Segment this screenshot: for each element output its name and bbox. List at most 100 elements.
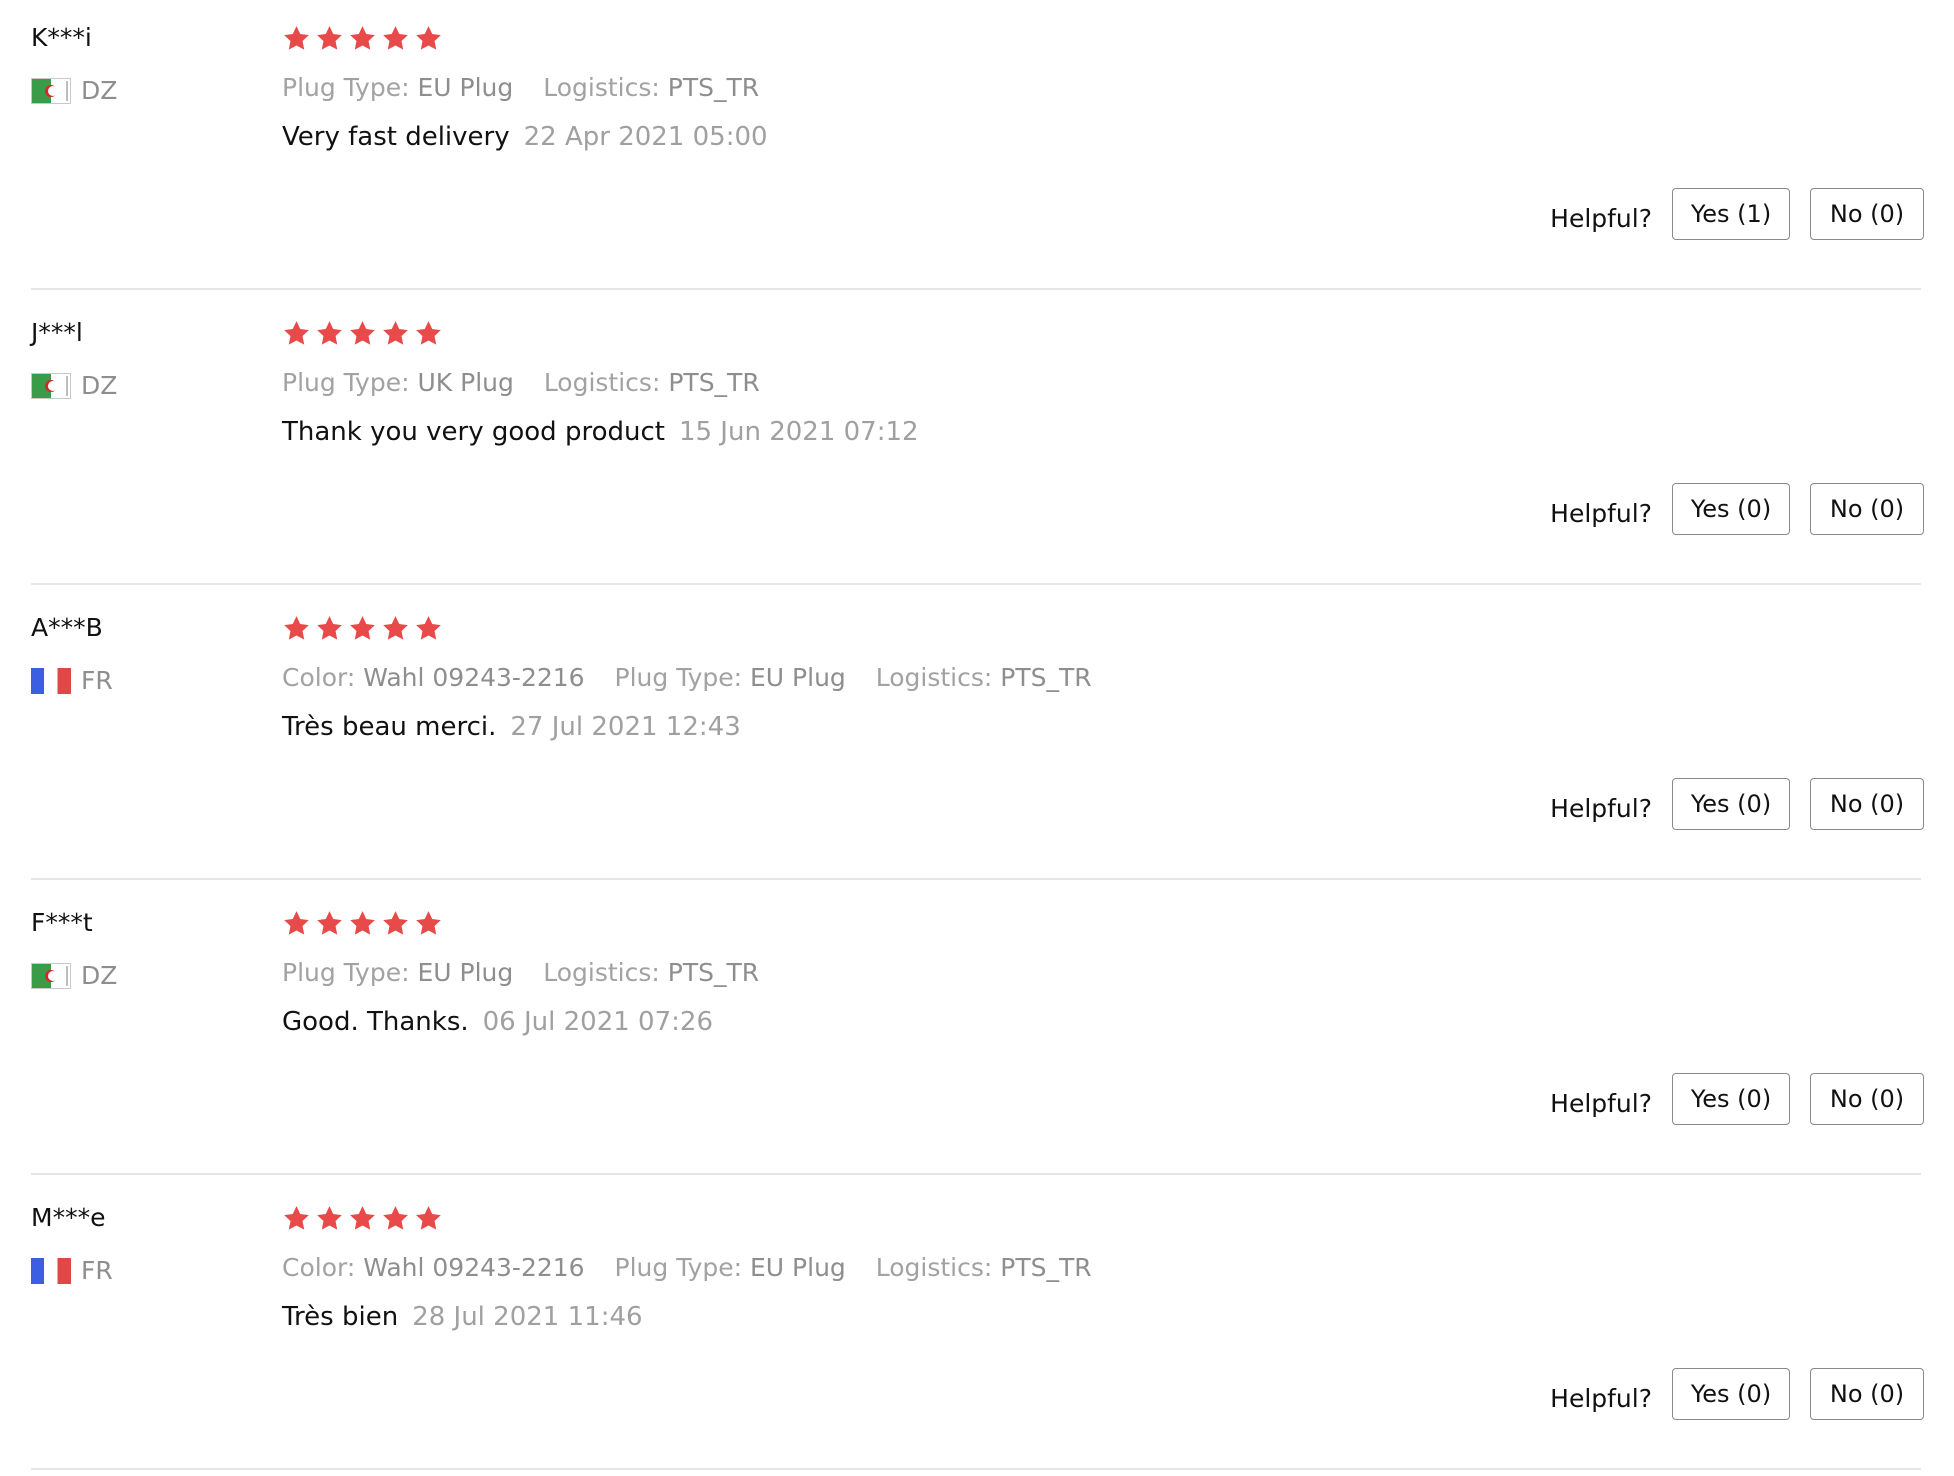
- star-icon: [383, 1206, 408, 1230]
- review-item: K***i DZ Plug Type: EU Plug Logistics: P…: [0, 0, 1954, 294]
- review-feedback: Thank you very good product 15 Jun 2021 0…: [282, 413, 919, 451]
- helpful-yes-button[interactable]: Yes (0): [1672, 1073, 1790, 1125]
- helpful-votes: Helpful? Yes (0) No (0): [1550, 1073, 1924, 1125]
- helpful-no-button[interactable]: No (0): [1810, 1073, 1924, 1125]
- star-rating: [282, 24, 443, 60]
- feedback-text: Très beau merci.: [282, 712, 497, 742]
- star-icon: [350, 616, 375, 640]
- algeria-flag-icon: [31, 373, 71, 399]
- star-rating: [282, 319, 443, 355]
- helpful-no-button[interactable]: No (0): [1810, 188, 1924, 240]
- feedback-text: Thank you very good product: [282, 417, 665, 447]
- attribute-plug-type: Plug Type: EU Plug: [282, 958, 514, 987]
- helpful-no-button[interactable]: No (0): [1810, 1368, 1924, 1420]
- review-date: 15 Jun 2021 07:12: [678, 417, 919, 447]
- review-divider: [31, 288, 1921, 290]
- star-icon: [284, 911, 309, 935]
- review-item: A***B FR Color: Wahl 09243-2216 Plug Typ…: [0, 590, 1954, 884]
- france-flag-icon: [31, 1258, 71, 1284]
- star-icon: [284, 1206, 309, 1230]
- review-divider: [31, 583, 1921, 585]
- reviewer-country: FR: [31, 664, 113, 698]
- attribute-color: Color: Wahl 09243-2216: [282, 663, 585, 692]
- helpful-no-button[interactable]: No (0): [1810, 778, 1924, 830]
- review-item: J***l DZ Plug Type: UK Plug Logistics: P…: [0, 295, 1954, 589]
- product-attributes: Plug Type: EU Plug Logistics: PTS_TR: [282, 70, 781, 106]
- review-date: 28 Jul 2021 11:46: [412, 1302, 643, 1332]
- review-item: M***e FR Color: Wahl 09243-2216 Plug Typ…: [0, 1180, 1954, 1474]
- star-rating: [282, 1204, 443, 1240]
- helpful-yes-button[interactable]: Yes (0): [1672, 1368, 1790, 1420]
- star-icon: [383, 26, 408, 50]
- reviewer-country: FR: [31, 1254, 113, 1288]
- country-code: DZ: [81, 76, 118, 105]
- helpful-votes: Helpful? Yes (0) No (0): [1550, 1368, 1924, 1420]
- star-icon: [317, 26, 342, 50]
- star-icon: [284, 321, 309, 345]
- algeria-flag-icon: [31, 963, 71, 989]
- helpful-yes-button[interactable]: Yes (0): [1672, 778, 1790, 830]
- star-icon: [350, 911, 375, 935]
- attribute-logistics: Logistics: PTS_TR: [875, 1253, 1092, 1282]
- review-feedback: Very fast delivery 22 Apr 2021 05:00: [282, 118, 768, 156]
- helpful-votes: Helpful? Yes (1) No (0): [1550, 188, 1924, 240]
- star-icon: [317, 616, 342, 640]
- reviewer-country: DZ: [31, 74, 117, 108]
- star-icon: [416, 26, 441, 50]
- review-feedback: Très bien 28 Jul 2021 11:46: [282, 1298, 643, 1336]
- star-icon: [350, 1206, 375, 1230]
- helpful-label: Helpful?: [1550, 1383, 1652, 1413]
- algeria-flag-icon: [31, 78, 71, 104]
- feedback-text: Très bien: [282, 1302, 399, 1332]
- attribute-logistics: Logistics: PTS_TR: [543, 958, 760, 987]
- review-list: K***i DZ Plug Type: EU Plug Logistics: P…: [0, 0, 1954, 1476]
- star-icon: [416, 616, 441, 640]
- reviewer-name: M***e: [31, 1203, 106, 1232]
- helpful-votes: Helpful? Yes (0) No (0): [1550, 778, 1924, 830]
- review-date: 27 Jul 2021 12:43: [510, 712, 741, 742]
- star-icon: [416, 1206, 441, 1230]
- attribute-plug-type: Plug Type: EU Plug: [614, 1253, 846, 1282]
- star-icon: [383, 321, 408, 345]
- attribute-logistics: Logistics: PTS_TR: [543, 73, 760, 102]
- product-attributes: Color: Wahl 09243-2216 Plug Type: EU Plu…: [282, 1250, 1114, 1286]
- helpful-no-button[interactable]: No (0): [1810, 483, 1924, 535]
- reviewer-name: A***B: [31, 613, 103, 642]
- reviewer-country: DZ: [31, 959, 117, 993]
- review-date: 06 Jul 2021 07:26: [482, 1007, 713, 1037]
- star-icon: [416, 321, 441, 345]
- review-divider: [31, 1173, 1921, 1175]
- feedback-text: Good. Thanks.: [282, 1007, 469, 1037]
- attribute-plug-type: Plug Type: EU Plug: [282, 73, 514, 102]
- star-icon: [284, 616, 309, 640]
- attribute-logistics: Logistics: PTS_TR: [875, 663, 1092, 692]
- review-feedback: Good. Thanks. 06 Jul 2021 07:26: [282, 1003, 713, 1041]
- country-code: DZ: [81, 961, 118, 990]
- star-icon: [416, 911, 441, 935]
- star-icon: [317, 911, 342, 935]
- helpful-yes-button[interactable]: Yes (1): [1672, 188, 1790, 240]
- helpful-label: Helpful?: [1550, 203, 1652, 233]
- reviewer-name: K***i: [31, 23, 92, 52]
- helpful-label: Helpful?: [1550, 793, 1652, 823]
- france-flag-icon: [31, 668, 71, 694]
- star-icon: [284, 26, 309, 50]
- review-item: F***t DZ Plug Type: EU Plug Logistics: P…: [0, 885, 1954, 1179]
- star-icon: [350, 321, 375, 345]
- helpful-label: Helpful?: [1550, 1088, 1652, 1118]
- attribute-plug-type: Plug Type: EU Plug: [614, 663, 846, 692]
- attribute-color: Color: Wahl 09243-2216: [282, 1253, 585, 1282]
- review-divider: [31, 1468, 1921, 1470]
- product-attributes: Plug Type: UK Plug Logistics: PTS_TR: [282, 365, 782, 401]
- star-icon: [350, 26, 375, 50]
- product-attributes: Plug Type: EU Plug Logistics: PTS_TR: [282, 955, 781, 991]
- reviewer-name: J***l: [31, 318, 83, 347]
- review-feedback: Très beau merci. 27 Jul 2021 12:43: [282, 708, 741, 746]
- helpful-label: Helpful?: [1550, 498, 1652, 528]
- star-icon: [383, 911, 408, 935]
- star-icon: [317, 321, 342, 345]
- star-rating: [282, 614, 443, 650]
- helpful-yes-button[interactable]: Yes (0): [1672, 483, 1790, 535]
- attribute-logistics: Logistics: PTS_TR: [543, 368, 760, 397]
- review-divider: [31, 878, 1921, 880]
